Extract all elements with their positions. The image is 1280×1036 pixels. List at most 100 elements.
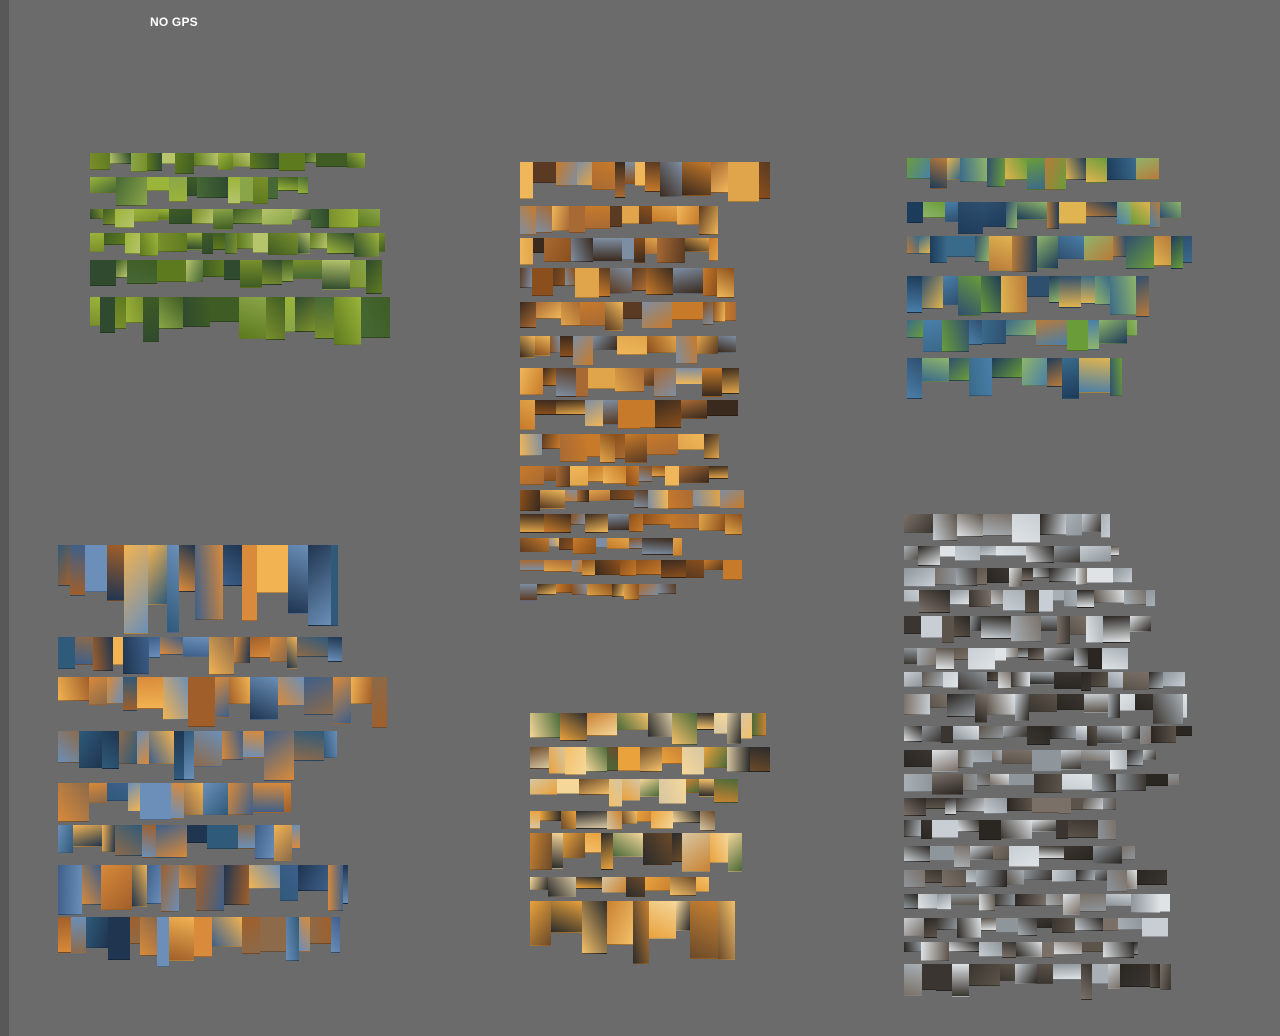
photo-thumbnail[interactable] bbox=[904, 648, 917, 665]
photo-thumbnail[interactable] bbox=[533, 238, 544, 253]
photo-thumbnail[interactable] bbox=[549, 538, 559, 547]
photo-thumbnail[interactable] bbox=[156, 825, 187, 858]
photo-thumbnail[interactable] bbox=[213, 233, 225, 250]
photo-thumbnail[interactable] bbox=[722, 368, 739, 394]
photo-thumbnail[interactable] bbox=[1066, 514, 1082, 536]
photo-thumbnail[interactable] bbox=[1040, 514, 1066, 535]
photo-thumbnail[interactable] bbox=[1001, 820, 1032, 839]
photo-thumbnail[interactable] bbox=[79, 731, 102, 768]
photo-thumbnail[interactable] bbox=[294, 731, 324, 761]
photo-thumbnail[interactable] bbox=[634, 238, 645, 263]
photo-thumbnail[interactable] bbox=[260, 917, 286, 952]
photo-thumbnail[interactable] bbox=[1084, 694, 1108, 713]
photo-thumbnail[interactable] bbox=[635, 162, 645, 186]
photo-thumbnail[interactable] bbox=[1135, 694, 1153, 710]
photo-thumbnail[interactable] bbox=[188, 677, 215, 727]
photo-thumbnail[interactable] bbox=[615, 434, 625, 459]
photo-thumbnail[interactable] bbox=[1076, 870, 1095, 881]
photo-thumbnail[interactable] bbox=[249, 865, 280, 889]
photo-thumbnail[interactable] bbox=[969, 358, 992, 396]
photo-thumbnail[interactable] bbox=[1143, 750, 1156, 760]
photo-thumbnail[interactable] bbox=[1130, 616, 1151, 632]
photo-thumbnail[interactable] bbox=[625, 162, 635, 185]
photo-thumbnail[interactable] bbox=[179, 545, 195, 592]
photo-thumbnail[interactable] bbox=[1074, 648, 1088, 667]
photo-thumbnail[interactable] bbox=[629, 538, 642, 549]
photo-thumbnail[interactable] bbox=[1047, 358, 1062, 387]
photo-thumbnail[interactable] bbox=[520, 560, 544, 571]
photo-thumbnail[interactable] bbox=[1107, 158, 1136, 180]
photo-thumbnail[interactable] bbox=[649, 901, 676, 939]
photo-thumbnail[interactable] bbox=[1011, 672, 1030, 687]
photo-thumbnail[interactable] bbox=[949, 358, 969, 381]
photo-thumbnail[interactable] bbox=[945, 202, 958, 222]
photo-thumbnail[interactable] bbox=[559, 538, 573, 550]
photo-thumbnail[interactable] bbox=[1106, 894, 1131, 906]
photo-thumbnail[interactable] bbox=[278, 177, 298, 191]
photo-thumbnail[interactable] bbox=[643, 514, 670, 525]
photo-thumbnail[interactable] bbox=[1037, 918, 1052, 928]
photo-thumbnail[interactable] bbox=[686, 779, 699, 793]
photo-thumbnail[interactable] bbox=[922, 726, 941, 742]
photo-thumbnail[interactable] bbox=[949, 942, 979, 952]
photo-thumbnail[interactable] bbox=[585, 400, 603, 427]
photo-thumbnail[interactable] bbox=[107, 677, 123, 704]
photo-thumbnail[interactable] bbox=[556, 162, 577, 186]
photo-thumbnail[interactable] bbox=[977, 568, 987, 585]
photo-thumbnail[interactable] bbox=[1007, 798, 1032, 811]
photo-thumbnail[interactable] bbox=[73, 825, 102, 847]
photo-thumbnail[interactable] bbox=[904, 568, 935, 587]
photo-thumbnail[interactable] bbox=[257, 545, 288, 593]
photo-thumbnail[interactable] bbox=[1103, 918, 1118, 931]
photo-thumbnail[interactable] bbox=[602, 877, 626, 893]
photo-thumbnail[interactable] bbox=[233, 209, 262, 224]
photo-thumbnail[interactable] bbox=[983, 202, 1006, 227]
photo-thumbnail[interactable] bbox=[520, 538, 549, 552]
photo-thumbnail[interactable] bbox=[237, 233, 253, 249]
photo-thumbnail[interactable] bbox=[577, 162, 592, 186]
photo-thumbnail[interactable] bbox=[215, 677, 229, 718]
photo-thumbnail[interactable] bbox=[573, 538, 596, 554]
photo-thumbnail[interactable] bbox=[979, 726, 1003, 739]
photo-thumbnail[interactable] bbox=[167, 545, 179, 633]
photo-thumbnail[interactable] bbox=[520, 268, 532, 288]
photo-thumbnail[interactable] bbox=[1002, 750, 1032, 764]
photo-thumbnail[interactable] bbox=[192, 209, 213, 224]
photo-thumbnail[interactable] bbox=[351, 677, 372, 704]
photo-thumbnail[interactable] bbox=[975, 236, 989, 262]
photo-thumbnail[interactable] bbox=[560, 336, 573, 357]
photo-thumbnail[interactable] bbox=[699, 206, 718, 235]
photo-thumbnail[interactable] bbox=[922, 964, 936, 990]
photo-thumbnail[interactable] bbox=[1030, 672, 1054, 685]
photo-thumbnail[interactable] bbox=[657, 238, 685, 263]
photo-thumbnail[interactable] bbox=[1053, 964, 1081, 980]
photo-thumbnail[interactable] bbox=[551, 901, 582, 933]
photo-thumbnail[interactable] bbox=[366, 260, 382, 294]
photo-thumbnail[interactable] bbox=[1033, 568, 1049, 578]
photo-thumbnail[interactable] bbox=[1108, 694, 1120, 718]
photo-thumbnail[interactable] bbox=[90, 177, 116, 193]
photo-thumbnail[interactable] bbox=[613, 833, 643, 857]
photo-thumbnail[interactable] bbox=[592, 162, 615, 190]
photo-thumbnail[interactable] bbox=[665, 466, 679, 486]
photo-thumbnail[interactable] bbox=[1160, 964, 1171, 990]
photo-thumbnail[interactable] bbox=[582, 901, 607, 954]
photo-thumbnail[interactable] bbox=[1064, 590, 1077, 607]
photo-thumbnail[interactable] bbox=[1045, 158, 1066, 190]
photo-thumbnail[interactable] bbox=[1009, 846, 1039, 867]
photo-thumbnail[interactable] bbox=[629, 514, 643, 532]
photo-thumbnail[interactable] bbox=[600, 434, 615, 463]
photo-thumbnail[interactable] bbox=[243, 731, 264, 758]
photo-thumbnail[interactable] bbox=[926, 798, 945, 809]
photo-thumbnail[interactable] bbox=[544, 514, 571, 533]
photo-thumbnail[interactable] bbox=[593, 238, 622, 262]
photo-thumbnail[interactable] bbox=[140, 917, 157, 956]
photo-thumbnail[interactable] bbox=[90, 209, 103, 219]
photo-thumbnail[interactable] bbox=[608, 514, 629, 531]
photo-thumbnail[interactable] bbox=[662, 747, 682, 764]
photo-thumbnail[interactable] bbox=[187, 177, 197, 196]
photo-thumbnail[interactable] bbox=[1122, 726, 1140, 739]
photo-thumbnail[interactable] bbox=[720, 490, 744, 509]
photo-thumbnail[interactable] bbox=[71, 917, 86, 955]
photo-thumbnail[interactable] bbox=[1095, 870, 1107, 881]
